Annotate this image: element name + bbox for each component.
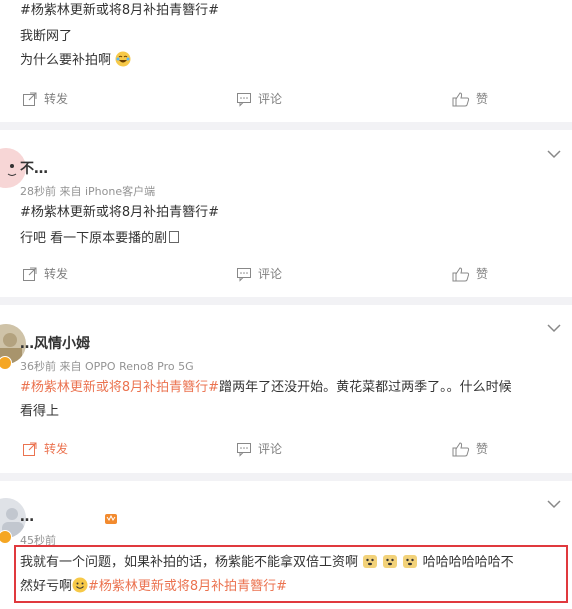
post4-text-cont: 然好亏啊 <box>20 579 73 594</box>
post2-hashtag[interactable]: #杨紫林更新或将8月补拍青簪行# <box>20 202 219 223</box>
comment-icon <box>237 267 251 282</box>
thumb-up-icon <box>452 441 470 456</box>
comment-label: 评论 <box>258 442 283 456</box>
post1-repost-button[interactable]: 转发 <box>22 90 68 107</box>
post1-line2: 为什么要补拍啊 <box>20 50 131 71</box>
post3-comment-button[interactable]: 评论 <box>236 440 282 457</box>
post3-text-line1: #杨紫林更新或将8月补拍青簪行#蹭两年了还没开始。黄花菜都过两季了。。什么时候 <box>20 377 512 398</box>
post2-text-content: 行吧 看一下原本要播的剧 <box>20 231 168 246</box>
post4-text-line1: 我就有一个问题，如果补拍的话，杨紫能不能拿双倍工资啊 哈哈哈哈哈哈不 <box>20 552 514 573</box>
post3-like-button[interactable]: 赞 <box>452 440 488 457</box>
repost-icon <box>23 442 37 456</box>
text-cursor-icon <box>169 231 180 243</box>
post1-line1: 我断网了 <box>20 29 73 44</box>
member-crown-icon <box>104 510 118 529</box>
post2-like-button[interactable]: 赞 <box>452 265 488 282</box>
comment-icon <box>237 442 251 457</box>
like-label: 赞 <box>476 267 489 281</box>
chevron-down-icon[interactable] <box>546 320 562 336</box>
chevron-down-icon[interactable] <box>546 496 562 512</box>
repost-label: 转发 <box>44 267 69 281</box>
chevron-down-icon[interactable] <box>546 146 562 162</box>
verified-badge-icon <box>0 356 12 370</box>
post4-text: 我就有一个问题，如果补拍的话，杨紫能不能拿双倍工资啊 <box>20 555 359 570</box>
thumb-up-icon <box>452 91 470 106</box>
post2-username[interactable]: 不… <box>20 158 48 178</box>
like-label: 赞 <box>476 442 489 456</box>
post3-meta: 36秒前 来自 OPPO Reno8 Pro 5G <box>20 360 194 373</box>
post4-hashtag[interactable]: #杨紫林更新或将8月补拍青簪行# <box>88 579 287 594</box>
like-label: 赞 <box>476 92 489 106</box>
post2-text: 行吧 看一下原本要播的剧 <box>20 228 180 249</box>
comment-icon <box>237 92 251 107</box>
repost-label: 转发 <box>44 442 69 456</box>
post4-username[interactable]: … <box>20 509 34 525</box>
repost-icon <box>23 92 37 106</box>
doge-emoji-icon <box>362 553 378 569</box>
post1-like-button[interactable]: 赞 <box>452 90 488 107</box>
post3-hashtag[interactable]: #杨紫林更新或将8月补拍青簪行# <box>20 380 219 395</box>
comment-label: 评论 <box>258 92 283 106</box>
post4-text-tail: 哈哈哈哈哈哈不 <box>422 555 514 570</box>
laugh-cry-emoji-icon <box>115 51 131 67</box>
repost-label: 转发 <box>44 92 69 106</box>
post3-text: 蹭两年了还没开始。黄花菜都过两季了。。什么时候 <box>219 380 512 395</box>
post3-username[interactable]: …风情小姆 <box>20 333 90 353</box>
doge-emoji-icon <box>402 553 418 569</box>
post2-meta: 28秒前 来自 iPhone客户端 <box>20 185 156 198</box>
repost-icon <box>23 267 37 281</box>
post4-text-line2: 然好亏啊 #杨紫林更新或将8月补拍青簪行# <box>20 576 287 597</box>
post-separator <box>0 473 572 481</box>
post1-comment-button[interactable]: 评论 <box>236 90 282 107</box>
post-separator <box>0 297 572 305</box>
post2-repost-button[interactable]: 转发 <box>22 265 68 282</box>
post-separator <box>0 122 572 130</box>
grin-emoji-icon <box>72 577 88 593</box>
post3-text-line2: 看得上 <box>20 404 60 419</box>
post1-hashtag[interactable]: #杨紫林更新或将8月补拍青簪行# <box>20 0 219 21</box>
doge-emoji-icon <box>382 553 398 569</box>
post1-line2-text: 为什么要补拍啊 <box>20 53 112 68</box>
post2-comment-button[interactable]: 评论 <box>236 265 282 282</box>
verified-badge-icon <box>0 530 12 544</box>
post3-repost-button[interactable]: 转发 <box>22 440 68 457</box>
thumb-up-icon <box>452 266 470 281</box>
comment-label: 评论 <box>258 267 283 281</box>
